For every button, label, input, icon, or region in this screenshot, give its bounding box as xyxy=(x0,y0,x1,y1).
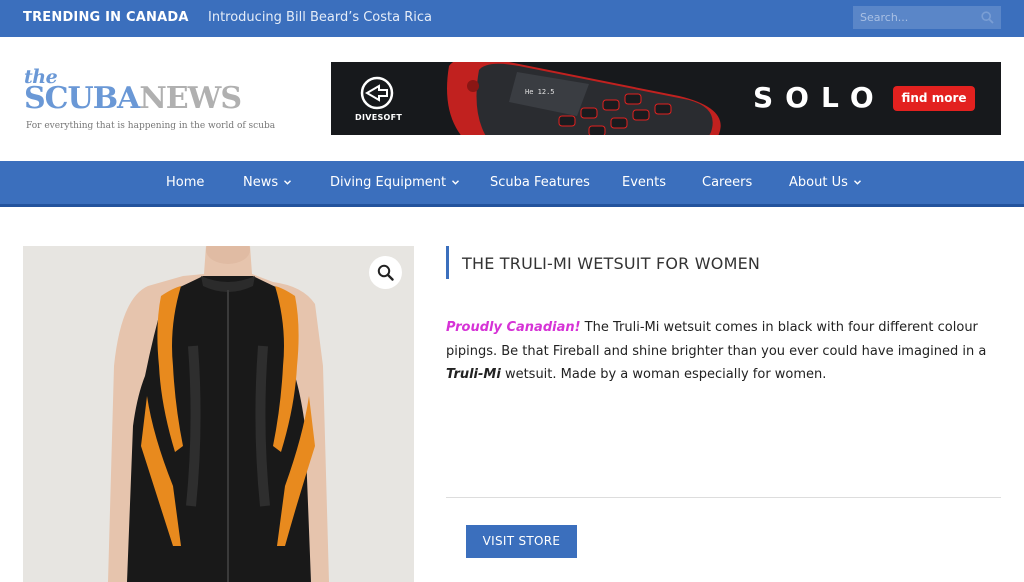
banner-brand: DIVESOFT xyxy=(355,113,403,122)
banner-ad[interactable]: DIVESOFT He 12.5 SOLO find more xyxy=(331,62,1001,135)
banner-product-name: SOLO xyxy=(753,81,886,114)
top-bar: TRENDING IN CANADA Introducing Bill Bear… xyxy=(0,0,1024,37)
nav-item-news[interactable]: News xyxy=(243,175,292,190)
svg-text:He 12.5: He 12.5 xyxy=(525,88,555,96)
trending-headline-link[interactable]: Introducing Bill Beard’s Costa Rica xyxy=(208,10,432,25)
zoom-button[interactable] xyxy=(369,256,402,289)
nav-item-events[interactable]: Events xyxy=(622,175,666,190)
search-icon[interactable] xyxy=(981,11,994,24)
product-description: Proudly Canadian! The Truli-Mi wetsuit c… xyxy=(446,316,991,387)
wetsuit-photo xyxy=(108,246,329,582)
divider xyxy=(446,497,1001,498)
product-title: THE TRULI-MI WETSUIT FOR WOMEN xyxy=(462,254,761,273)
find-more-button[interactable]: find more xyxy=(893,86,975,111)
nav-item-label: Scuba Features xyxy=(490,175,590,190)
nav-item-diving-equipment[interactable]: Diving Equipment xyxy=(330,175,460,190)
product-image[interactable] xyxy=(23,246,414,582)
magnifier-icon xyxy=(377,264,394,281)
chevron-down-icon xyxy=(452,180,460,185)
logo-news-text: NEWS xyxy=(139,81,242,116)
nav-item-label: Home xyxy=(166,175,205,190)
nav-item-careers[interactable]: Careers xyxy=(702,175,752,190)
nav-item-scuba-features[interactable]: Scuba Features xyxy=(490,175,590,190)
nav-item-label: About Us xyxy=(789,175,848,190)
description-brand: Truli-Mi xyxy=(446,367,501,382)
site-logo[interactable]: the SCUBANEWS For everything that is hap… xyxy=(24,66,286,136)
chevron-down-icon xyxy=(853,180,861,185)
nav-item-label: Events xyxy=(622,175,667,190)
search-box[interactable] xyxy=(853,6,1001,29)
logo-wordmark: SCUBANEWS xyxy=(24,81,242,116)
logo-tagline: For everything that is happening in the … xyxy=(26,121,276,131)
chevron-down-icon xyxy=(284,180,292,185)
visit-store-button[interactable]: VISIT STORE xyxy=(466,525,577,558)
trending-label: TRENDING IN CANADA xyxy=(23,10,189,25)
nav-item-label: Diving Equipment xyxy=(330,175,447,190)
nav-item-label: Careers xyxy=(702,175,753,190)
nav-item-about-us[interactable]: About Us xyxy=(789,175,861,190)
main-navigation: Home News Diving Equipment Scuba Feature… xyxy=(0,161,1024,207)
logo-scuba-text: SCUBA xyxy=(24,81,140,116)
nav-item-home[interactable]: Home xyxy=(166,175,204,190)
description-highlight: Proudly Canadian! xyxy=(446,320,581,335)
nav-item-label: News xyxy=(243,175,279,190)
dive-computer-image: He 12.5 xyxy=(447,62,721,135)
search-input[interactable] xyxy=(853,6,980,29)
description-text-2: wetsuit. Made by a woman especially for … xyxy=(500,367,827,382)
title-accent-bar xyxy=(446,246,449,279)
